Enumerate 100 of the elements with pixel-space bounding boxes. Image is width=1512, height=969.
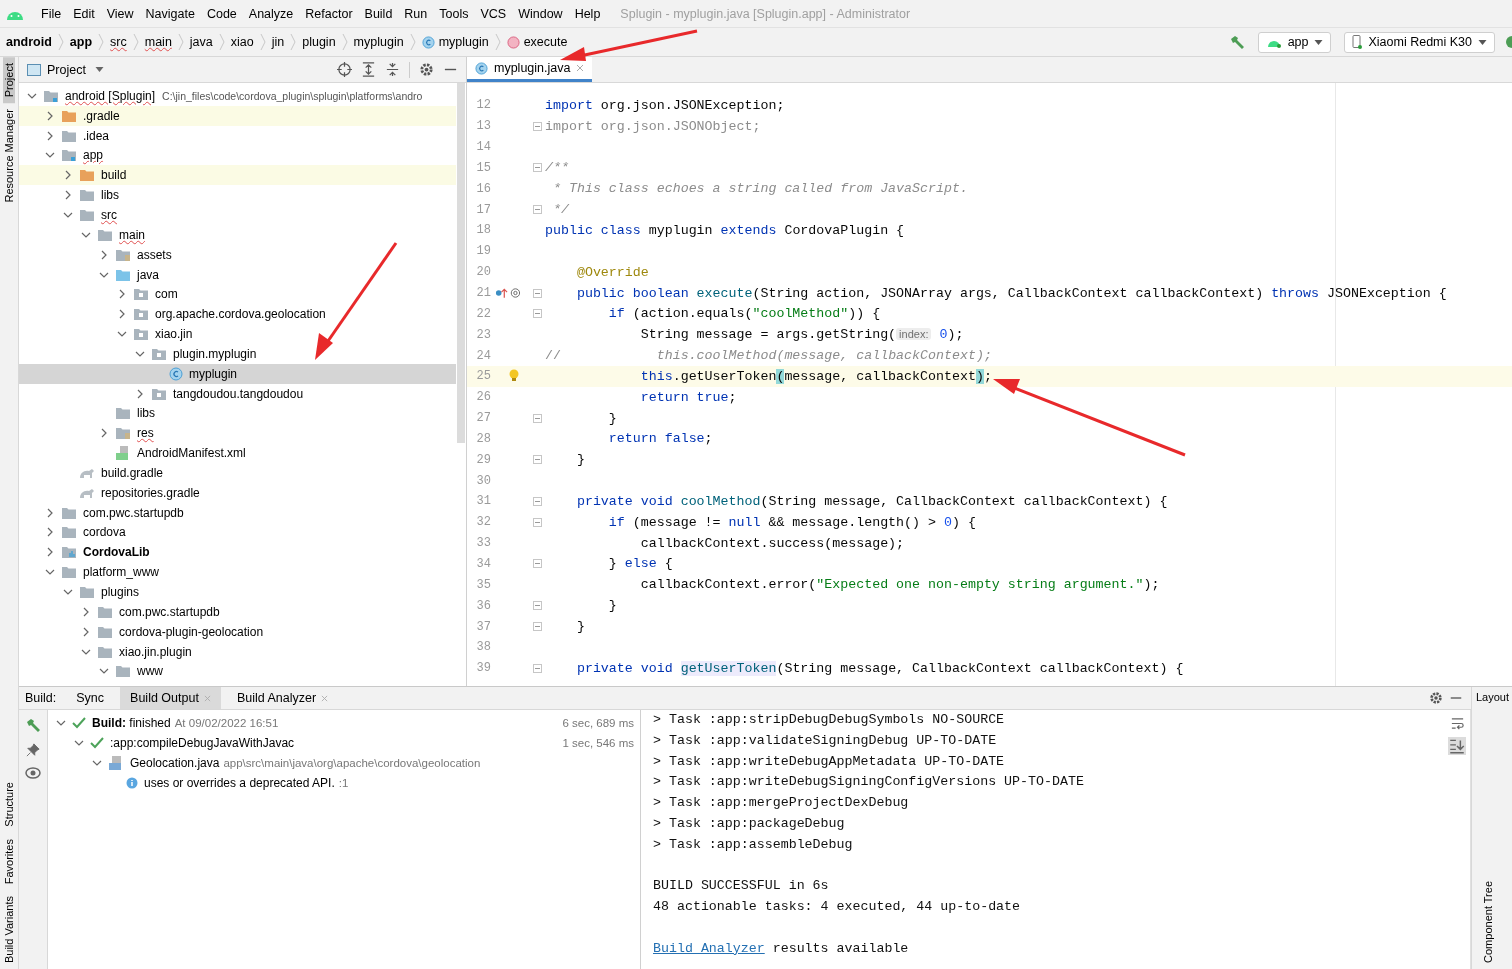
tree-row[interactable]: res <box>19 423 456 444</box>
breadcrumb-item[interactable]: execute <box>506 35 568 49</box>
tree-item[interactable]: app <box>83 148 104 163</box>
tree-row[interactable]: org.apache.cordova.geolocation <box>19 304 456 325</box>
tree-row[interactable]: src <box>19 205 456 225</box>
menu-item[interactable]: File <box>35 6 68 21</box>
tool-window-tab[interactable]: Resource Manager <box>3 103 15 209</box>
build-message[interactable]: Build: finished <box>92 716 171 730</box>
expand-all-icon[interactable] <box>361 62 376 77</box>
tree-item[interactable]: plugins <box>101 585 140 599</box>
menu-item[interactable]: VCS <box>474 6 513 21</box>
tree-item[interactable]: plugin.myplugin <box>173 346 257 361</box>
settings-icon[interactable] <box>1429 691 1443 705</box>
build-message[interactable]: Geolocation.java <box>130 756 220 770</box>
menu-item[interactable]: Run <box>398 6 434 21</box>
menu-item[interactable]: Refactor <box>299 6 359 21</box>
chevron-icon[interactable] <box>45 130 55 141</box>
tree-item[interactable]: platform_www <box>83 565 160 580</box>
breadcrumb-item[interactable]: myplugin <box>421 35 489 49</box>
pin-icon[interactable] <box>26 743 40 757</box>
chevron-icon[interactable] <box>45 547 55 558</box>
panel-tab[interactable]: Build Output <box>120 687 221 709</box>
tree-row[interactable]: xiao.jin.plugin <box>19 641 456 662</box>
fold-marker-icon[interactable] <box>533 663 542 673</box>
fold-marker-icon[interactable] <box>533 163 542 173</box>
menu-item[interactable]: View <box>100 6 140 21</box>
tree-row[interactable]: myplugin <box>19 363 456 384</box>
tree-row[interactable]: main <box>19 224 456 245</box>
tree-item[interactable]: repositories.gradle <box>101 485 200 500</box>
tree-item[interactable]: xiao.jin <box>155 327 193 342</box>
override-marker-icon[interactable] <box>495 287 521 299</box>
tree-item[interactable]: AndroidManifest.xml <box>137 446 246 461</box>
tree-item[interactable]: .gradle <box>83 108 120 123</box>
caret-icon[interactable] <box>94 67 104 72</box>
tree-row[interactable]: cordova <box>19 522 456 543</box>
chevron-icon[interactable] <box>63 587 73 597</box>
tree-item[interactable]: .idea <box>83 128 110 143</box>
fold-marker-icon[interactable] <box>533 455 542 465</box>
chevron-icon[interactable] <box>92 758 102 768</box>
breadcrumb-item[interactable]: android <box>6 35 52 49</box>
tree-item[interactable]: res <box>137 426 154 441</box>
fold-marker-icon[interactable] <box>533 517 542 527</box>
tree-row[interactable]: CordovaLib <box>19 542 456 563</box>
menu-item[interactable]: Analyze <box>242 6 300 21</box>
tool-window-tab[interactable]: Favorites <box>3 832 15 890</box>
menu-item[interactable]: Help <box>568 6 607 21</box>
build-message[interactable]: uses or overrides a deprecated API. <box>144 776 335 790</box>
tree-row[interactable]: com.pwc.startupdb <box>19 601 456 622</box>
chevron-icon[interactable] <box>63 190 73 201</box>
run-icon[interactable] <box>1504 34 1512 50</box>
chevron-icon[interactable] <box>74 738 84 748</box>
chevron-icon[interactable] <box>99 428 109 439</box>
menu-item[interactable]: Window <box>512 6 569 21</box>
tree-item[interactable]: libs <box>137 406 155 421</box>
tree-row[interactable]: libs <box>19 403 456 424</box>
tree-item[interactable]: myplugin <box>189 366 238 381</box>
soft-wrap-icon[interactable] <box>1449 716 1465 731</box>
tree-item[interactable]: android [Splugin] <box>65 88 156 103</box>
tree-row[interactable]: com.pwc.startupdb <box>19 502 456 523</box>
hammer-icon[interactable] <box>25 717 41 733</box>
breadcrumb-item[interactable]: main <box>144 35 172 49</box>
fold-marker-icon[interactable] <box>533 288 542 298</box>
tree-item[interactable]: www <box>137 664 163 679</box>
tool-window-tab[interactable]: Layout <box>1472 687 1510 703</box>
chevron-icon[interactable] <box>45 507 55 518</box>
tree-row[interactable]: .gradle <box>19 105 456 126</box>
chevron-icon[interactable] <box>99 249 109 260</box>
fold-marker-icon[interactable] <box>533 622 542 631</box>
tree-row[interactable]: assets <box>19 244 456 265</box>
tree-item[interactable]: com <box>155 287 178 302</box>
chevron-icon[interactable] <box>117 289 127 300</box>
fold-marker-icon[interactable] <box>533 205 542 215</box>
tree-row[interactable]: plugins <box>19 582 456 602</box>
tree-item[interactable]: com.pwc.startupdb <box>83 505 184 520</box>
chevron-icon[interactable] <box>135 388 145 399</box>
fold-marker-icon[interactable] <box>533 559 542 569</box>
tree-item[interactable]: org.apache.cordova.geolocation <box>155 307 326 322</box>
breadcrumb-item[interactable]: plugin <box>302 35 336 49</box>
menu-item[interactable]: Edit <box>67 6 101 21</box>
breadcrumb-item[interactable]: jin <box>271 35 285 49</box>
collapse-all-icon[interactable] <box>385 62 400 77</box>
fold-marker-icon[interactable] <box>533 121 542 131</box>
tree-item[interactable]: assets <box>137 247 172 262</box>
tree-item[interactable]: build.gradle <box>101 465 164 480</box>
tree-item[interactable]: cordova <box>83 525 126 540</box>
tree-item[interactable]: tangdoudou.tangdoudou <box>173 386 304 401</box>
tree-row[interactable]: xiao.jin <box>19 324 456 344</box>
breadcrumb-item[interactable]: myplugin <box>353 35 404 49</box>
tree-row[interactable]: build <box>19 165 456 186</box>
fold-marker-icon[interactable] <box>533 413 542 423</box>
tree-item[interactable]: libs <box>101 188 119 203</box>
tool-window-tab[interactable]: Structure <box>3 776 15 833</box>
tree-row[interactable]: www <box>19 661 456 682</box>
chevron-icon[interactable] <box>81 626 91 637</box>
scrollbar[interactable] <box>457 83 465 443</box>
tool-window-tab[interactable]: Component Tree <box>1482 875 1494 969</box>
tree-item[interactable]: src <box>101 208 117 222</box>
menu-item[interactable]: Tools <box>433 6 475 21</box>
run-config-dropdown[interactable]: app <box>1257 31 1332 53</box>
tree-item[interactable]: CordovaLib <box>83 545 150 560</box>
